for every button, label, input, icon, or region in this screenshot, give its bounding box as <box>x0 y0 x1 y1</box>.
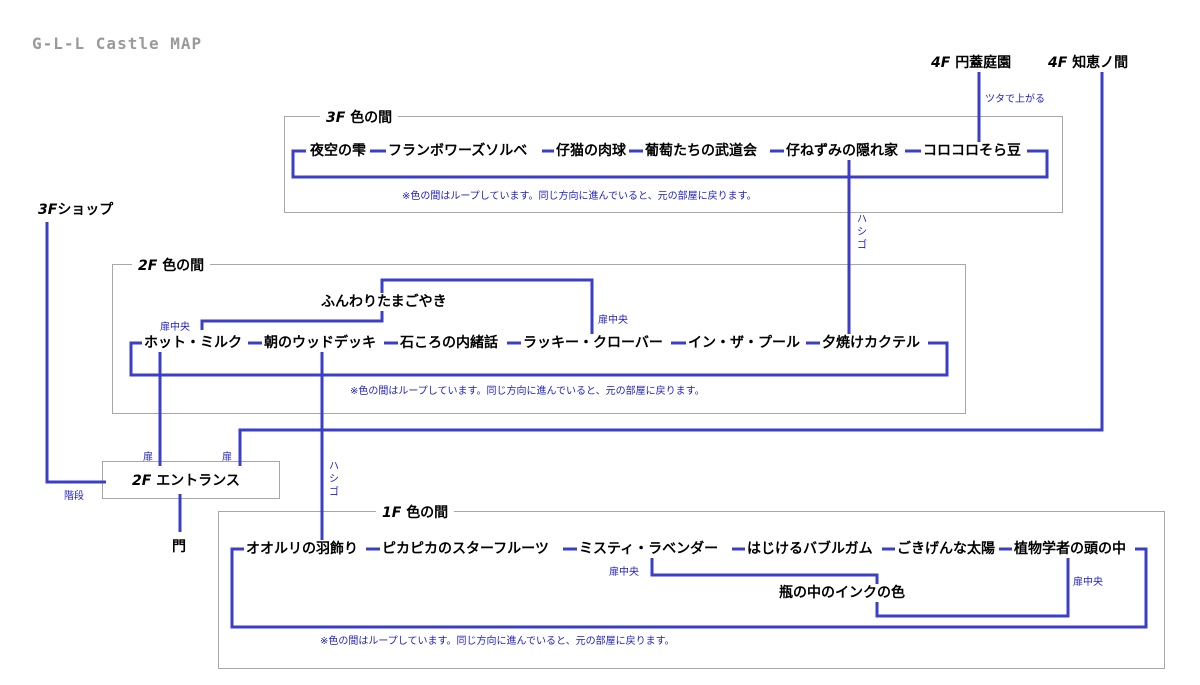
room-3f-2[interactable]: フランボワーズソルベ <box>386 142 530 160</box>
room-3f-6[interactable]: コロコロそら豆 <box>921 142 1023 160</box>
room-2f-1[interactable]: ホット・ミルク <box>142 334 244 352</box>
floor-1f-label: 1F 色の間 <box>376 502 455 522</box>
door-center-label-1f-left: 扉中央 <box>609 567 639 578</box>
room-3f-5[interactable]: 仔ねずみの隠れ家 <box>784 142 900 160</box>
ladder-label-2f-1f: ハシゴ <box>329 461 339 498</box>
floor-2f-note: ※色の間はループしています。同じ方向に進んでいると、元の部屋に戻ります。 <box>350 386 705 397</box>
door-label-right: 扉 <box>222 452 232 463</box>
ladder-label-3f-2f: ハシゴ <box>857 214 867 251</box>
shop-3f[interactable]: 3Fショップ <box>38 201 113 219</box>
room-3f-3[interactable]: 仔猫の肉球 <box>554 142 628 160</box>
room-1f-6[interactable]: 植物学者の頭の中 <box>1012 540 1128 558</box>
door-label-left: 扉 <box>143 452 153 463</box>
floor-1f-note: ※色の間はループしています。同じ方向に進んでいると、元の部屋に戻ります。 <box>320 636 675 647</box>
room-1f-5[interactable]: ごきげんな太陽 <box>895 540 997 558</box>
floor-3f-note: ※色の間はループしています。同じ方向に進んでいると、元の部屋に戻ります。 <box>402 191 757 202</box>
castle-map: G-L-L Castle MAP 3F 色の間 2F 色の間 1F 色の間 夜空… <box>0 0 1200 685</box>
door-center-label-2f-left: 扉中央 <box>160 322 190 333</box>
room-2f-upper[interactable]: ふんわりたまごやき <box>319 293 449 311</box>
room-1f-3[interactable]: ミスティ・ラベンダー <box>577 540 721 558</box>
room-2f-5[interactable]: イン・ザ・プール <box>686 334 802 352</box>
room-2f-2[interactable]: 朝のウッドデッキ <box>262 334 378 352</box>
garden-4f[interactable]: 4F 円蓋庭園 <box>931 54 1011 72</box>
room-3f-4[interactable]: 葡萄たちの武道会 <box>643 142 759 160</box>
room-2f-6[interactable]: 夕焼けカクテル <box>820 334 922 352</box>
room-1f-1[interactable]: オオルリの羽飾り <box>244 540 360 558</box>
door-center-label-1f-right: 扉中央 <box>1073 577 1103 588</box>
floor-2f-label: 2F 色の間 <box>132 255 211 275</box>
wisdom-room-4f[interactable]: 4F 知恵ノ間 <box>1048 54 1128 72</box>
door-center-label-2f-right: 扉中央 <box>598 315 628 326</box>
room-2f-4[interactable]: ラッキー・クローバー <box>521 334 665 352</box>
room-1f-2[interactable]: ピカピカのスターフルーツ <box>380 540 551 558</box>
ivy-label: ツタで上がる <box>985 94 1045 105</box>
room-3f-1[interactable]: 夜空の雫 <box>308 142 368 160</box>
room-1f-lower[interactable]: 瓶の中のインクの色 <box>777 584 907 602</box>
gate[interactable]: 門 <box>172 538 186 556</box>
room-1f-4[interactable]: はじけるバブルガム <box>745 540 875 558</box>
room-2f-3[interactable]: 石ころの内緒話 <box>398 334 500 352</box>
entrance-2f[interactable]: 2F エントランス <box>132 472 240 490</box>
stairs-label: 階段 <box>64 491 84 502</box>
floor-3f-label: 3F 色の間 <box>320 107 399 127</box>
